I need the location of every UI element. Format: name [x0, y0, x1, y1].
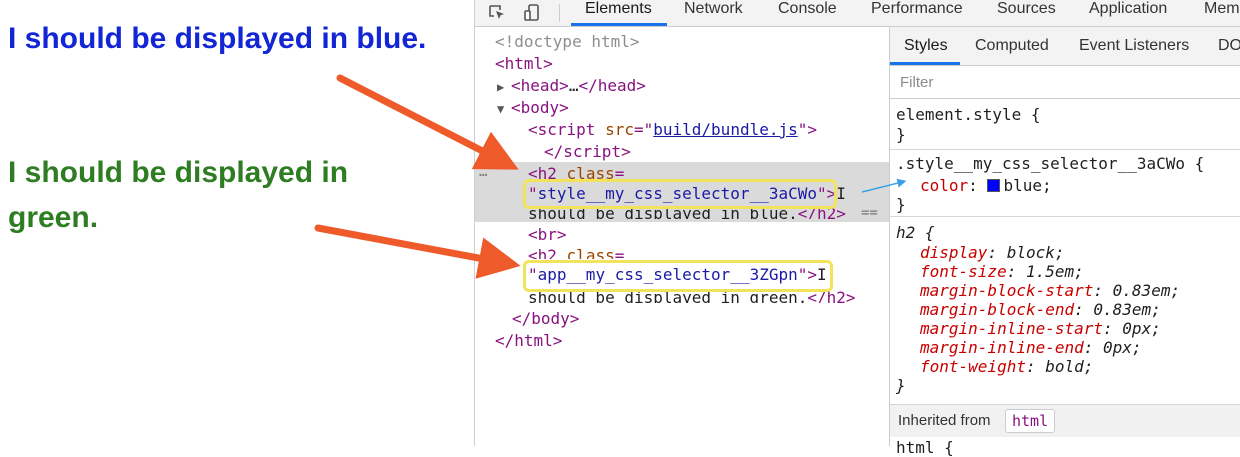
tab-console[interactable]: Console [778, 0, 837, 26]
rule2-close: } [896, 376, 906, 395]
inherited-from-label: Inherited from [898, 412, 991, 429]
blue-heading: I should be displayed in blue. [8, 22, 427, 55]
rule2-decl: font-size: 1.5em; [920, 262, 1084, 281]
element-style-close: } [896, 125, 906, 144]
styles-filter-input[interactable]: Filter [900, 74, 933, 91]
rule1-close: } [896, 195, 906, 214]
highlight-box-green-class [523, 260, 833, 292]
page-preview: I should be displayed in blue. I should … [0, 0, 474, 446]
collapsed-ellipsis[interactable]: … [569, 76, 579, 95]
element-style-selector[interactable]: element.style { [896, 105, 1041, 124]
script-src-attr: src [605, 120, 634, 139]
dom-script[interactable]: <script src="build/bundle.js"> [528, 119, 817, 141]
rule1-prop: color [920, 176, 969, 195]
doctype-text: <!doctype html> [495, 32, 640, 51]
highlight-box-blue-class [523, 179, 837, 209]
rule2-decl: font-weight: bold; [920, 357, 1094, 376]
tab-sources[interactable]: Sources [997, 0, 1056, 26]
rule1-declaration[interactable]: color: blue; [920, 176, 1052, 195]
dom-script-close[interactable]: </script> [544, 141, 631, 163]
html-tag-name: html [504, 54, 544, 73]
styles-subtabs: Styles Computed Event Listeners DO [890, 27, 1240, 66]
green-heading: I should be displayed in green. [8, 156, 349, 234]
rule1-value: blue [1003, 176, 1042, 195]
device-toolbar-icon[interactable] [523, 3, 543, 23]
active-tab-indicator [571, 23, 667, 26]
script-src-link[interactable]: build/bundle.js [653, 120, 798, 139]
script-close-tag-name: script [563, 142, 622, 161]
expand-triangle-icon[interactable]: ▶ [497, 76, 511, 98]
head-close-tag-name: head [597, 76, 637, 95]
node-actions-ellipsis[interactable]: … [479, 164, 487, 180]
inspect-element-icon[interactable] [487, 3, 507, 23]
rule2-decl: display: block; [920, 243, 1065, 262]
body-tag-name: body [520, 98, 560, 117]
inherited-from-bar: Inherited from html [890, 404, 1240, 437]
dom-tree: <!doctype html> <html> ▶ <head>…</head> ▼… [475, 27, 889, 446]
html-close-tag-name: html [514, 331, 553, 350]
subtab-computed[interactable]: Computed [975, 37, 1049, 55]
script-tag-name: script [537, 120, 596, 139]
tab-network[interactable]: Network [684, 0, 743, 26]
rule2-decl: margin-inline-end: 0px; [920, 338, 1142, 357]
devtools-panel: Elements Network Console Performance Sou… [474, 0, 1240, 457]
tab-memory[interactable]: Mem [1204, 0, 1240, 26]
styles-filter-bar[interactable]: Filter [890, 66, 1240, 99]
dom-h2-green-open[interactable]: <h2 class= [528, 245, 624, 259]
inherited-from-html-link[interactable]: html [1005, 409, 1056, 433]
dom-body-close[interactable]: </body> [512, 308, 579, 330]
rule-style-selector: .style__my_css_selector__3aCWo { color: … [890, 150, 1240, 217]
subtab-event-listeners[interactable]: Event Listeners [1079, 37, 1189, 55]
active-subtab-indicator [890, 62, 960, 65]
styles-pane: Styles Computed Event Listeners DO Filte… [889, 27, 1240, 457]
h2-green-tag-name: h2 [537, 246, 557, 259]
rule2-decl: margin-inline-start: 0px; [920, 319, 1161, 338]
tab-application[interactable]: Application [1089, 0, 1167, 26]
rule2-decl: margin-block-start: 0.83em; [920, 281, 1181, 300]
toolbar-separator [559, 4, 560, 22]
dom-br[interactable]: <br> [528, 224, 567, 246]
html-rule-partial: html { [896, 438, 954, 457]
color-swatch-icon[interactable] [987, 179, 1001, 192]
dom-doctype[interactable]: <!doctype html> [495, 31, 640, 53]
br-tag-name: br [537, 225, 557, 244]
h2-blue-text-start: I [836, 184, 846, 203]
rule-element-style: element.style { } [890, 99, 1240, 150]
rule-h2-user-agent: h2 { display: block; font-size: 1.5em; m… [890, 217, 1240, 403]
h2-green-class-attr: class [566, 246, 615, 259]
dom-head[interactable]: ▶ <head>…</head> [497, 75, 646, 97]
selected-node-equals-marker: == [861, 205, 878, 221]
dom-html-open[interactable]: <html> [495, 53, 553, 75]
rule2-decl: margin-block-end: 0.83em; [920, 300, 1161, 319]
subtab-styles[interactable]: Styles [904, 37, 948, 55]
head-tag-name: head [520, 76, 560, 95]
collapse-triangle-icon[interactable]: ▼ [497, 98, 511, 120]
subtab-dom-breakpoints[interactable]: DO [1218, 37, 1240, 55]
rule2-selector: h2 { [896, 223, 935, 242]
dom-html-close[interactable]: </html> [495, 330, 562, 352]
dom-body-open[interactable]: ▼ <body> [497, 97, 569, 119]
rule1-selector[interactable]: .style__my_css_selector__3aCWo { [896, 154, 1204, 173]
devtools-toolbar: Elements Network Console Performance Sou… [475, 0, 1240, 27]
tab-performance[interactable]: Performance [871, 0, 963, 26]
body-close-tag-name: body [531, 309, 570, 328]
